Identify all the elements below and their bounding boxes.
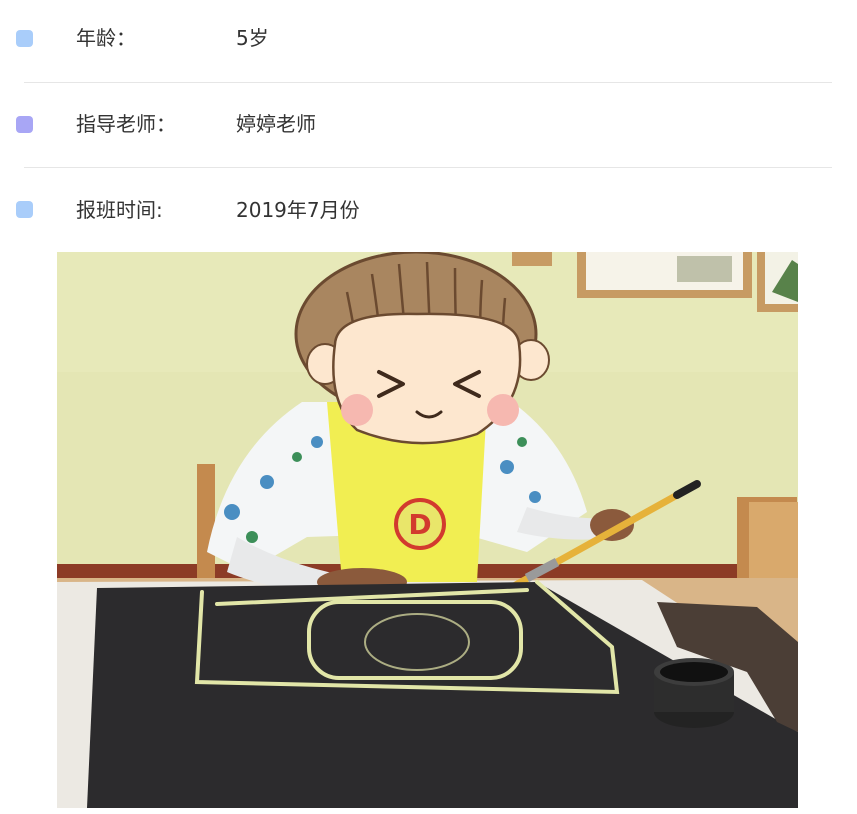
age-value: 5岁 — [236, 26, 269, 50]
enroll-value: 2019年7月份 — [236, 198, 360, 222]
info-row-age: 年龄： 5岁 — [0, 18, 857, 58]
bullet-icon — [16, 116, 33, 133]
info-row-teacher: 指导老师： 婷婷老师 — [0, 103, 857, 143]
bullet-icon — [16, 201, 33, 218]
apron-emblem-letter: D — [408, 508, 431, 541]
wall-frame — [757, 252, 798, 312]
wall-frame — [577, 252, 752, 298]
teacher-label: 指导老师： — [76, 112, 176, 136]
student-artwork-photo: D — [57, 252, 798, 808]
age-label: 年龄： — [76, 26, 136, 50]
enroll-label: 报班时间: — [76, 198, 163, 222]
divider — [24, 82, 832, 83]
divider — [24, 167, 832, 168]
teacher-value: 婷婷老师 — [236, 112, 316, 136]
info-row-enroll: 报班时间: 2019年7月份 — [0, 190, 857, 230]
paint-jar — [654, 658, 734, 728]
bullet-icon — [16, 30, 33, 47]
